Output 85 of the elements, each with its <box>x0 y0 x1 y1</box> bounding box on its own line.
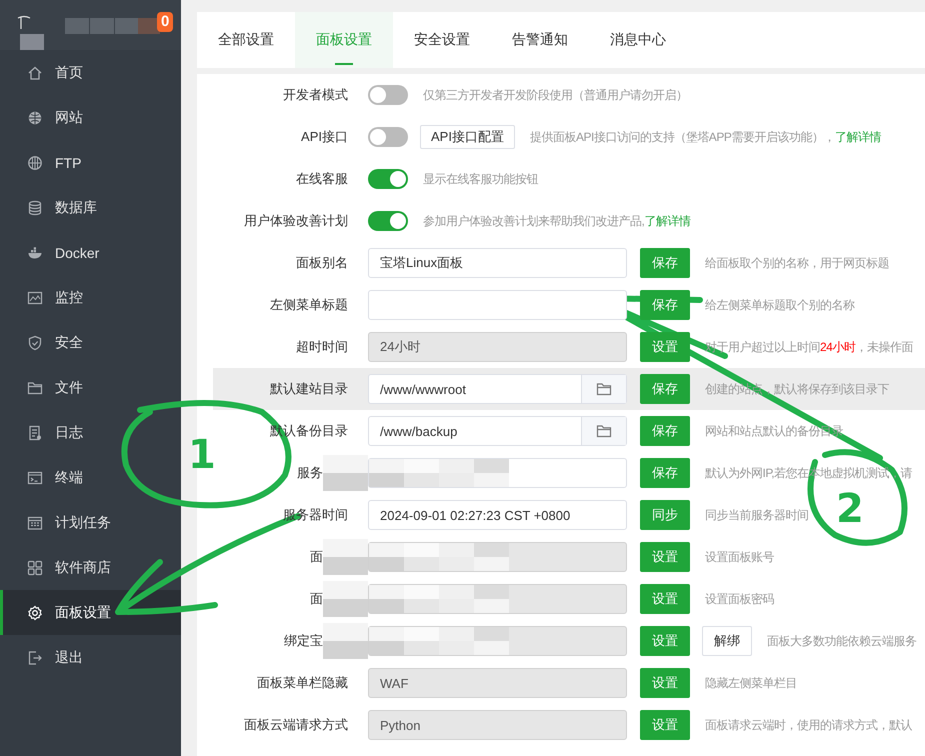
folder-icon <box>27 380 43 396</box>
text-field[interactable]: 宝塔Linux面板 <box>368 248 627 278</box>
shield-icon <box>27 334 43 350</box>
globe-icon <box>27 110 43 126</box>
config-button[interactable]: API接口配置 <box>420 125 515 149</box>
document-icon <box>27 424 43 440</box>
text-field[interactable] <box>368 626 627 656</box>
description-text: 参加用户体验改善计划来帮助我们改进产品,了解详情 <box>423 212 690 230</box>
text-field[interactable]: 24小时 <box>368 332 627 362</box>
sidebar-item[interactable]: 软件商店 <box>0 545 181 590</box>
description-text: 提供面板API接口访问的支持（堡塔APP需要开启该功能），了解详情 <box>530 128 881 146</box>
setting-label: 面 <box>310 590 323 608</box>
description-text: 给面板取个别的名称，用于网页标题 <box>705 254 889 272</box>
sidebar-item[interactable]: 退出 <box>0 635 181 680</box>
sidebar-item[interactable]: 安全 <box>0 320 181 365</box>
sidebar-item[interactable]: 日志 <box>0 410 181 455</box>
text-field[interactable]: /www/wwwroot <box>368 374 627 404</box>
sidebar-item[interactable]: 首页 <box>0 50 181 95</box>
browse-button[interactable] <box>581 375 626 403</box>
text-field[interactable]: Python <box>368 710 627 740</box>
text-field[interactable] <box>368 584 627 614</box>
setting-label: 面板云端请求方式 <box>244 716 348 734</box>
setting-label: 用户体验改善计划 <box>244 212 348 230</box>
description-text: 默认为外网IP,若您在本地虚拟机测试，请 <box>705 464 912 482</box>
sidebar-item[interactable]: 计划任务 <box>0 500 181 545</box>
setting-label: 左侧菜单标题 <box>270 296 348 314</box>
tab[interactable]: 告警通知 <box>491 12 589 68</box>
text-field[interactable]: WAF <box>368 668 627 698</box>
description-text: 面板大多数功能依赖云端服务 <box>767 632 916 650</box>
text-field[interactable]: 2024-09-01 02:27:23 CST +0800 <box>368 500 627 530</box>
notification-badge: 0 <box>157 12 174 32</box>
setting-label: 面 <box>310 548 323 566</box>
text-field[interactable]: /www/backup <box>368 416 627 446</box>
tab[interactable]: 消息中心 <box>589 12 687 68</box>
sidebar-item[interactable]: 面板设置 <box>0 590 181 635</box>
calendar-icon <box>27 514 43 530</box>
globe-icon <box>27 154 43 170</box>
chart-icon <box>27 290 43 306</box>
logo-icon <box>16 14 32 30</box>
setting-label: 开发者模式 <box>283 86 348 104</box>
annotation-number: 1 <box>188 432 216 478</box>
logout-icon <box>27 650 43 666</box>
sidebar-item[interactable]: 网站 <box>0 95 181 140</box>
description-text: 设置面板密码 <box>705 590 774 608</box>
unbind-button[interactable]: 解绑 <box>702 626 752 656</box>
setting-label: 面板别名 <box>296 254 348 272</box>
description-text: 隐藏左侧菜单栏目 <box>705 674 797 692</box>
sidebar-item[interactable]: 数据库 <box>0 185 181 230</box>
setting-label: 在线客服 <box>296 170 348 188</box>
folder-icon <box>596 381 612 397</box>
setting-label: 超时时间 <box>296 338 348 356</box>
tab[interactable]: 全部设置 <box>197 12 295 68</box>
description-text: 显示在线客服功能按钮 <box>423 170 538 188</box>
setting-label: 绑定宝 <box>284 632 323 650</box>
folder-icon <box>596 423 612 439</box>
text-field[interactable] <box>368 542 627 572</box>
grid-icon <box>27 560 43 576</box>
toggle-switch[interactable] <box>368 211 408 231</box>
toggle-switch[interactable] <box>368 127 408 147</box>
toggle-switch[interactable] <box>368 169 408 189</box>
sidebar-item[interactable]: 监控 <box>0 275 181 320</box>
sidebar-item[interactable]: Docker <box>0 230 181 275</box>
settings-icon <box>27 604 43 620</box>
browse-button[interactable] <box>581 417 626 445</box>
description-text: 面板请求云端时，使用的请求方式，默认 <box>705 716 912 734</box>
tab[interactable]: 安全设置 <box>393 12 491 68</box>
setting-label: 面板菜单栏隐藏 <box>257 674 348 692</box>
home-icon <box>27 64 43 80</box>
text-field[interactable] <box>368 290 627 320</box>
setting-label: API接口 <box>301 128 348 146</box>
sidebar-item[interactable]: 文件 <box>0 365 181 410</box>
terminal-icon <box>27 470 43 486</box>
description-text: 仅第三方开发者开发阶段使用（普通用户请勿开启） <box>423 86 688 104</box>
description-text: 设置面板账号 <box>705 548 774 566</box>
setting-label: 服务 <box>297 464 323 482</box>
whale-icon <box>27 244 43 260</box>
annotation-number: 2 <box>836 486 864 532</box>
description-text: 同步当前服务器时间 <box>705 506 808 524</box>
sidebar-item[interactable]: FTP <box>0 140 181 185</box>
database-icon <box>27 200 43 216</box>
sidebar-item[interactable]: 终端 <box>0 455 181 500</box>
setting-label: 默认建站目录 <box>270 380 348 398</box>
text-field[interactable] <box>368 458 627 488</box>
description-text: 给左侧菜单标题取个别的名称 <box>705 296 854 314</box>
toggle-switch[interactable] <box>368 85 408 105</box>
